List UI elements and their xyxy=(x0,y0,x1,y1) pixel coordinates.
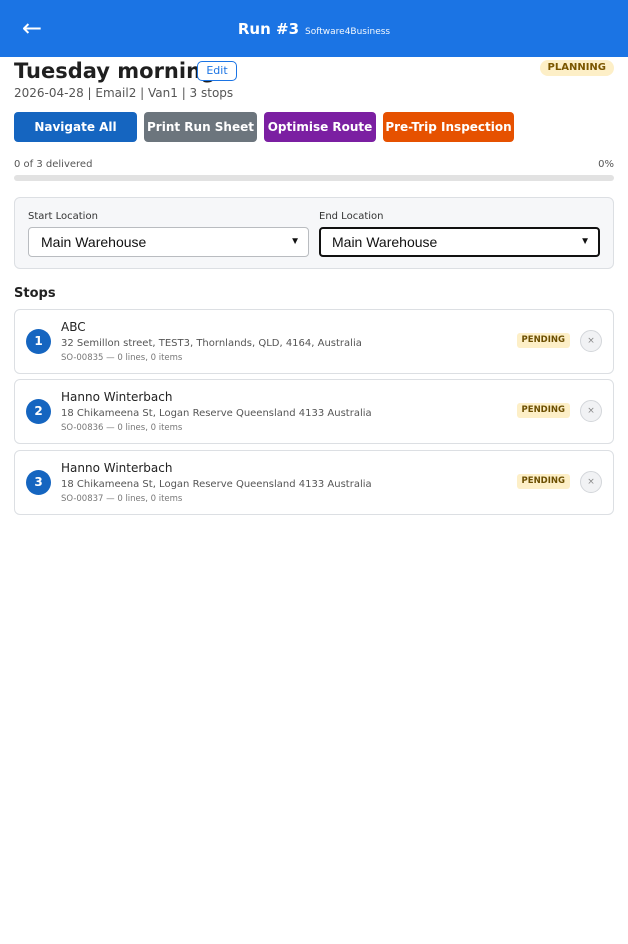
chevron-down-icon: ▼ xyxy=(580,236,590,247)
print-run-sheet-button[interactable]: Print Run Sheet xyxy=(144,112,257,142)
stop-customer-name: Hanno Winterbach xyxy=(61,461,173,475)
stop-address: 18 Chikameena St, Logan Reserve Queensla… xyxy=(61,408,372,419)
stops-heading: Stops xyxy=(14,286,56,301)
brand-label: Software4Business xyxy=(305,27,391,37)
delivery-progress-label: 0 of 3 delivered xyxy=(14,159,93,170)
remove-stop-close-icon[interactable]: × xyxy=(580,400,602,422)
remove-stop-close-icon[interactable]: × xyxy=(580,471,602,493)
location-panel: Start Location Main Warehouse ▼ End Loca… xyxy=(14,197,614,269)
stop-card[interactable]: 1 ABC 32 Semillon street, TEST3, Thornla… xyxy=(14,309,614,374)
stop-address: 32 Semillon street, TEST3, Thornlands, Q… xyxy=(61,338,362,349)
stop-number-badge: 1 xyxy=(26,329,51,354)
delivery-progress-percent: 0% xyxy=(598,159,614,170)
optimise-route-button[interactable]: Optimise Route xyxy=(264,112,376,142)
stop-number-badge: 2 xyxy=(26,399,51,424)
start-location-select[interactable]: Main Warehouse ▼ xyxy=(28,227,309,257)
stop-order-summary: SO-00836 — 0 lines, 0 items xyxy=(61,423,183,433)
run-number-title: Run #3 xyxy=(237,20,300,38)
end-location-select[interactable]: Main Warehouse ▼ xyxy=(319,227,600,257)
stop-order-summary: SO-00837 — 0 lines, 0 items xyxy=(61,494,183,504)
start-location-label: Start Location xyxy=(28,211,98,222)
end-location-value: Main Warehouse xyxy=(332,234,438,250)
stop-order-summary: SO-00835 — 0 lines, 0 items xyxy=(61,353,183,363)
start-location-value: Main Warehouse xyxy=(41,234,147,250)
remove-stop-close-icon[interactable]: × xyxy=(580,330,602,352)
chevron-down-icon: ▼ xyxy=(290,236,300,247)
edit-button[interactable]: Edit xyxy=(197,61,237,81)
header-title: Run #3 Software4Business xyxy=(0,19,628,42)
run-status-badge: PLANNING xyxy=(539,60,614,76)
stop-customer-name: Hanno Winterbach xyxy=(61,390,173,404)
stop-card[interactable]: 2 Hanno Winterbach 18 Chikameena St, Log… xyxy=(14,379,614,444)
stop-status-badge: PENDING xyxy=(516,333,570,348)
stop-customer-name: ABC xyxy=(61,320,86,334)
stop-card[interactable]: 3 Hanno Winterbach 18 Chikameena St, Log… xyxy=(14,450,614,515)
stop-number-badge: 3 xyxy=(26,470,51,495)
top-app-bar: ← Run #3 Software4Business xyxy=(0,0,628,57)
stop-address: 18 Chikameena St, Logan Reserve Queensla… xyxy=(61,479,372,490)
stop-status-badge: PENDING xyxy=(516,403,570,418)
stop-status-badge: PENDING xyxy=(516,474,570,489)
pre-trip-inspection-button[interactable]: Pre-Trip Inspection xyxy=(383,112,514,142)
end-location-label: End Location xyxy=(319,211,384,222)
navigate-all-stops-button[interactable]: Navigate All Stops xyxy=(14,112,137,164)
run-meta: 2026-04-28 | Email2 | Van1 | 3 stops xyxy=(14,86,234,100)
page-title: Tuesday morning xyxy=(14,59,217,83)
delivery-progress-bar xyxy=(14,175,614,181)
